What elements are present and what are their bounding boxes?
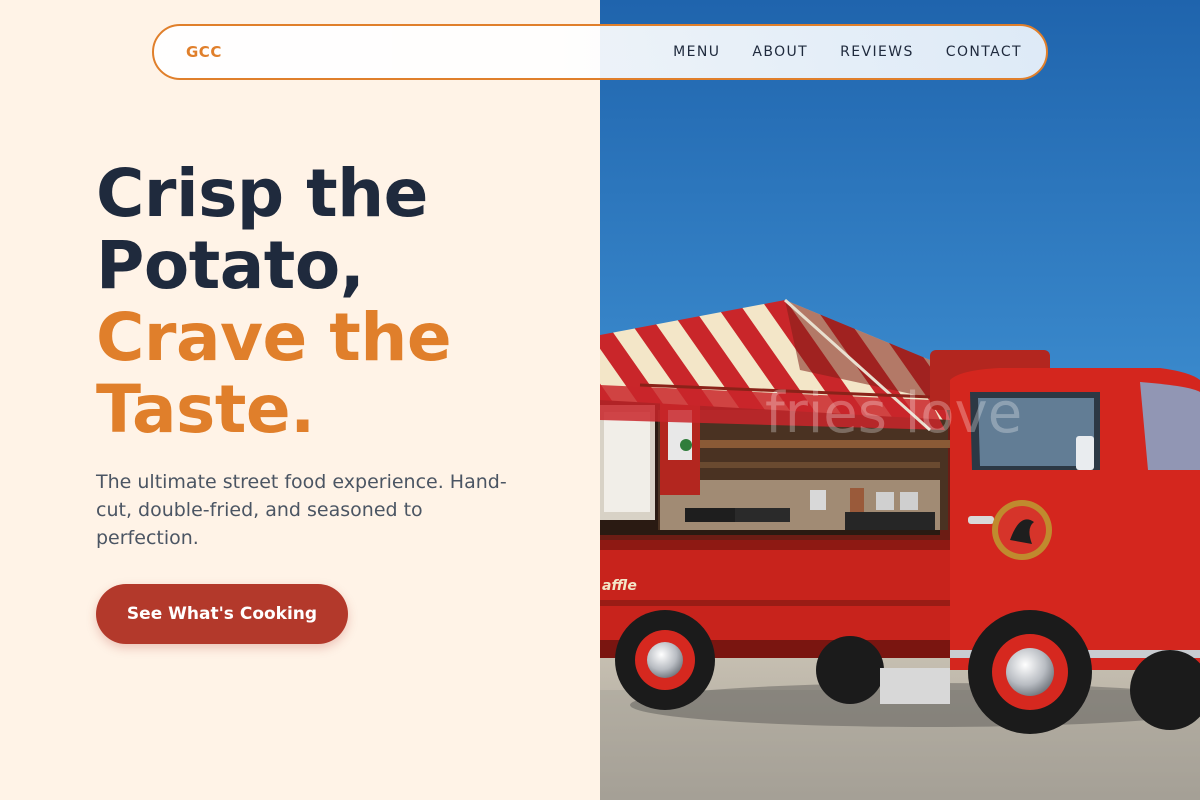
truck-side-text: affle: [602, 578, 637, 594]
hero-title-line-2: Potato,: [96, 227, 365, 304]
hero-title-line-1: Crisp the: [96, 155, 428, 232]
nav-link-about[interactable]: ABOUT: [752, 44, 808, 60]
see-whats-cooking-button[interactable]: See What's Cooking: [96, 584, 348, 644]
hero-accent-line-2: Taste.: [96, 371, 315, 448]
food-truck-illustration: fries love affle: [600, 0, 1200, 800]
nav-links: MENU ABOUT REVIEWS CONTACT: [673, 44, 1022, 60]
truck-sign-text: fries love: [765, 381, 1022, 446]
nav-link-reviews[interactable]: REVIEWS: [840, 44, 914, 60]
nav-link-contact[interactable]: CONTACT: [946, 44, 1022, 60]
page: Crisp the Potato, Crave the Taste. The u…: [0, 0, 1200, 800]
hero-subtitle: The ultimate street food experience. Han…: [96, 471, 507, 549]
food-truck-photo: fries love affle: [600, 0, 1200, 800]
brand-logo[interactable]: GCC: [186, 43, 222, 61]
top-navigation: GCC MENU ABOUT REVIEWS CONTACT: [152, 24, 1048, 80]
nav-link-menu[interactable]: MENU: [673, 44, 720, 60]
hero-left-panel: Crisp the Potato, Crave the Taste. The u…: [0, 0, 600, 800]
hero-title: Crisp the Potato, Crave the Taste.: [96, 155, 452, 448]
hero-accent-line-1: Crave the: [96, 299, 452, 376]
